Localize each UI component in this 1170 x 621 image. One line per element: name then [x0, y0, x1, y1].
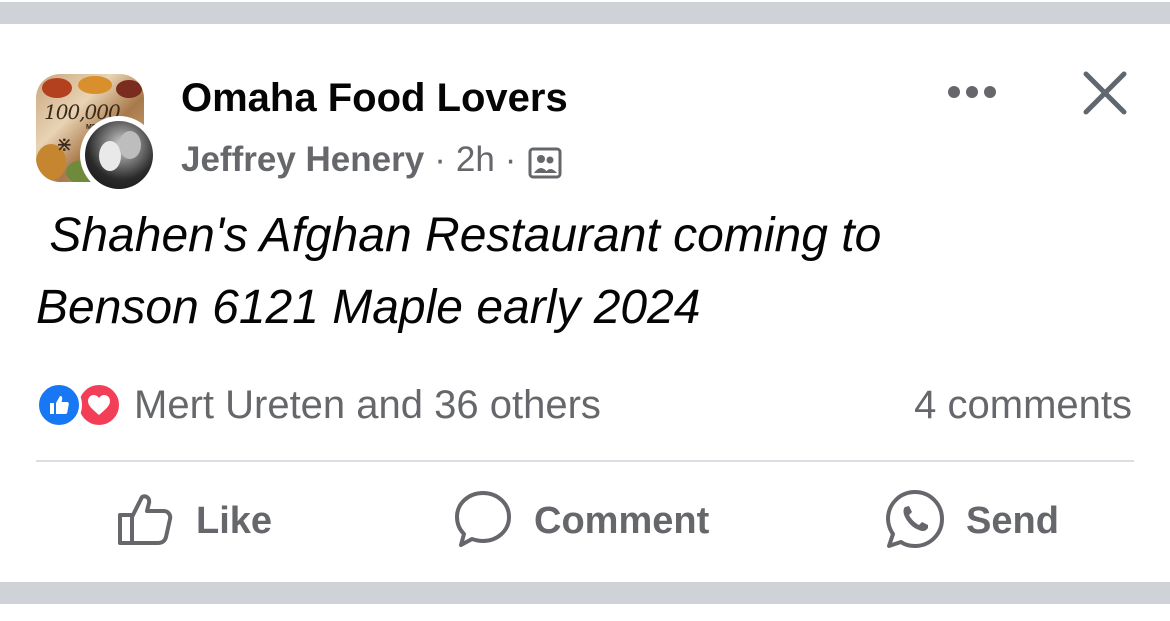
comments-count[interactable]: 4 comments	[914, 380, 1132, 430]
feed-separator-top	[0, 0, 1170, 24]
author-name[interactable]: Jeffrey Henery	[181, 140, 424, 180]
more-options-icon[interactable]	[940, 72, 1004, 112]
author-avatar[interactable]	[80, 116, 158, 194]
close-icon[interactable]	[1078, 66, 1132, 120]
group-members-icon	[528, 147, 562, 179]
like-label: Like	[196, 499, 273, 542]
like-button[interactable]: Like	[116, 488, 272, 554]
post-meta: Jeffrey Henery · 2h ·	[181, 140, 562, 180]
post-time[interactable]: 2h	[456, 140, 495, 180]
thumbs-up-icon	[116, 489, 176, 554]
feed-separator-bottom	[0, 582, 1170, 621]
comment-label: Comment	[534, 499, 710, 542]
reaction-summary[interactable]: Mert Ureten and 36 others	[36, 380, 601, 430]
meta-separator: ·	[504, 140, 517, 179]
love-reaction-icon	[76, 382, 122, 428]
like-reaction-icon	[36, 382, 82, 428]
divider	[36, 460, 1134, 462]
send-label: Send	[966, 499, 1059, 542]
group-name[interactable]: Omaha Food Lovers	[181, 76, 568, 121]
group-badge-mark: ⋇	[56, 134, 73, 156]
reaction-names: Mert Ureten and 36 others	[134, 382, 601, 427]
meta-separator: ·	[434, 140, 446, 179]
comment-bubble-icon	[452, 488, 514, 555]
post-body: Shahen's Afghan Restaurant coming to Ben…	[36, 209, 882, 334]
send-button[interactable]: Send	[884, 488, 1059, 554]
post-card: 100,000 ME ⋇ Omaha Food Lovers Jeffrey H…	[0, 0, 1170, 621]
comment-button[interactable]: Comment	[452, 488, 709, 554]
whatsapp-icon	[884, 488, 946, 555]
